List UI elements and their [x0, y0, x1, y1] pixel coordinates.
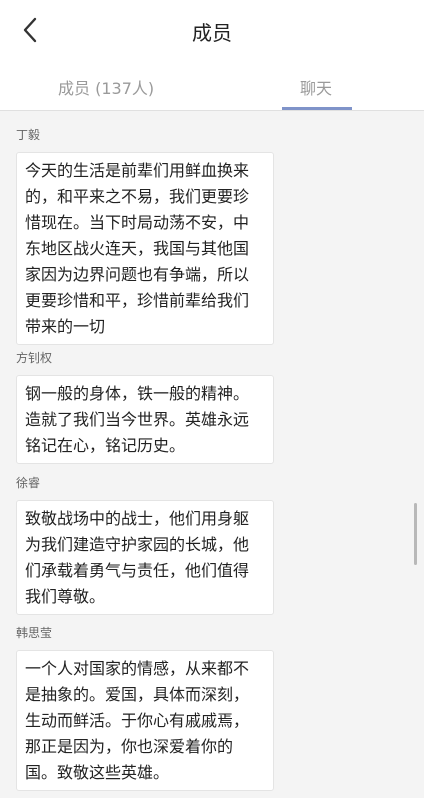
tab-chat[interactable]: 聊天: [300, 75, 332, 99]
scrollbar-thumb[interactable]: [414, 503, 417, 565]
message-bubble: 今天的生活是前辈们用鲜血换来的，和平来之不易，我们更要珍惜现在。当下时局动荡不安…: [16, 152, 274, 345]
message-sender: 方钊权: [16, 351, 53, 365]
chat-message-list[interactable]: 丁毅 今天的生活是前辈们用鲜血换来的，和平来之不易，我们更要珍惜现在。当下时局动…: [0, 111, 424, 798]
chat-message: 方钊权 钢一般的身体，铁一般的精神。造就了我们当今世界。英雄永远铭记在心，铭记历…: [16, 351, 274, 464]
nav-header: 成员: [0, 0, 424, 60]
tab-bar: 成员 (137人) 聊天: [0, 60, 424, 111]
tab-members[interactable]: 成员 (137人): [58, 75, 154, 99]
page-title: 成员: [192, 21, 232, 45]
chat-message: 韩思莹 一个人对国家的情感，从来都不是抽象的。爱国，具体而深刻，生动而鲜活。于你…: [16, 626, 274, 791]
active-tab-indicator: [282, 107, 352, 110]
message-bubble: 钢一般的身体，铁一般的精神。造就了我们当今世界。英雄永远铭记在心，铭记历史。: [16, 375, 274, 464]
message-sender: 丁毅: [16, 128, 41, 142]
chat-message: 丁毅 今天的生活是前辈们用鲜血换来的，和平来之不易，我们更要珍惜现在。当下时局动…: [16, 128, 274, 345]
chat-message: 徐睿 致敬战场中的战士，他们用身躯为我们建造守护家园的长城，他们承载着勇气与责任…: [16, 476, 274, 615]
message-bubble: 致敬战场中的战士，他们用身躯为我们建造守护家园的长城，他们承载着勇气与责任，他们…: [16, 500, 274, 615]
message-sender: 韩思莹: [16, 626, 53, 640]
message-bubble: 一个人对国家的情感，从来都不是抽象的。爱国，具体而深刻，生动而鲜活。于你心有戚戚…: [16, 650, 274, 791]
message-sender: 徐睿: [16, 476, 41, 490]
